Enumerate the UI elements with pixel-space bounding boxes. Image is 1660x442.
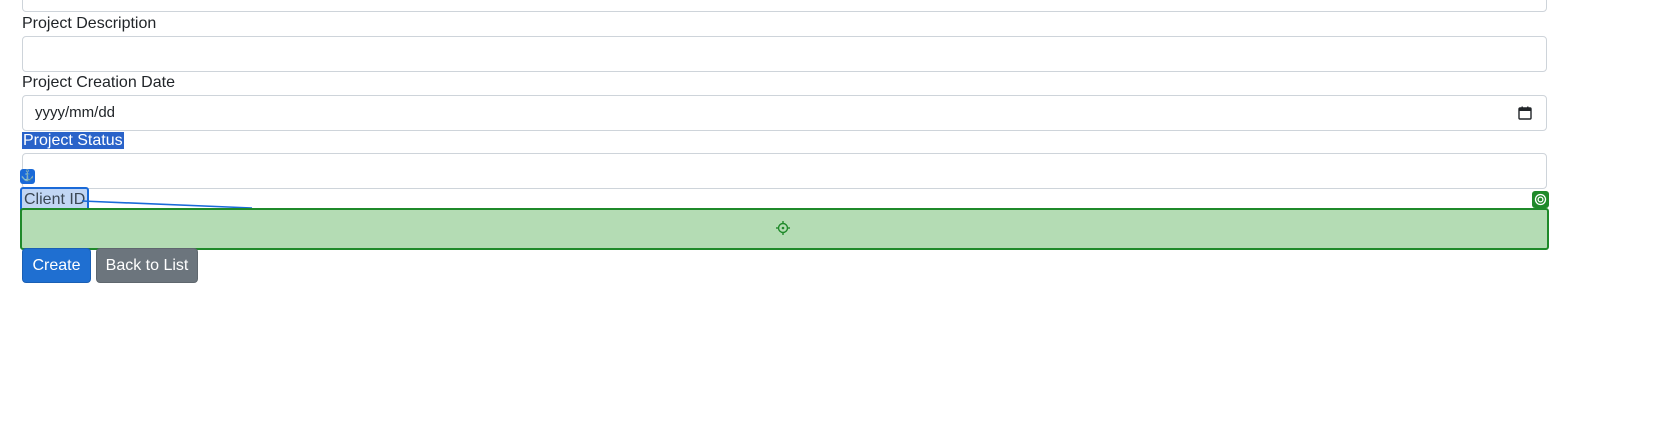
create-button[interactable]: Create bbox=[22, 248, 91, 283]
project-status-input[interactable] bbox=[22, 153, 1547, 189]
anchor-icon: ⚓ bbox=[20, 169, 35, 184]
crosshair-icon bbox=[776, 221, 790, 235]
project-creation-date-input[interactable]: yyyy/mm/dd bbox=[22, 95, 1547, 131]
project-description-label: Project Description bbox=[22, 15, 157, 32]
date-placeholder: yyyy/mm/dd bbox=[35, 104, 116, 121]
create-project-form: Project Description Project Creation Dat… bbox=[0, 0, 1660, 442]
project-status-label: Project Status bbox=[22, 131, 124, 151]
project-creation-date-label: Project Creation Date bbox=[22, 74, 175, 91]
target-icon bbox=[1532, 191, 1549, 208]
project-name-input[interactable] bbox=[22, 0, 1547, 12]
project-status-label-text: Project Status bbox=[22, 132, 124, 149]
calendar-icon[interactable] bbox=[1518, 106, 1532, 120]
back-to-list-button[interactable]: Back to List bbox=[96, 248, 198, 283]
project-description-input[interactable] bbox=[22, 36, 1547, 72]
